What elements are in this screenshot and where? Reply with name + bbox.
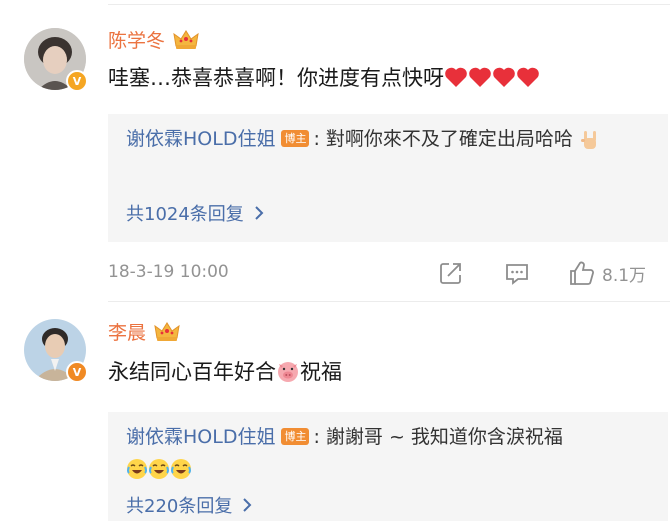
blogger-tag: 博主	[281, 428, 310, 445]
rock-hand-emoji	[579, 129, 601, 151]
laughing-crying-emoji	[170, 458, 192, 480]
avatar[interactable]: V	[24, 28, 88, 92]
verified-badge-icon: V	[66, 70, 88, 92]
comment-icon	[506, 264, 528, 285]
reply-text: : 對啊你來不及了確定出局哈哈	[313, 128, 573, 150]
heart-emoji	[444, 66, 468, 88]
blogger-tag: 博主	[281, 130, 310, 147]
reply-box[interactable]: 谢依霖HOLD住姐 博主: 對啊你來不及了確定出局哈哈 共1024条回复	[108, 114, 668, 242]
reply-author[interactable]: 谢依霖HOLD住姐	[126, 426, 275, 448]
reply-count-link[interactable]: 共220条回复	[126, 492, 252, 518]
like-button[interactable]: 8.1万	[568, 260, 646, 286]
like-count: 8.1万	[602, 265, 647, 286]
timestamp: 18-3-19 10:00	[108, 262, 229, 282]
heart-emoji	[468, 66, 492, 88]
share-icon	[440, 263, 461, 284]
reply-count-link[interactable]: 共1024条回复	[126, 200, 264, 226]
pig-emoji	[276, 359, 300, 383]
comment-body: 永结同心百年好合	[108, 360, 276, 384]
comment-button[interactable]	[504, 260, 530, 286]
comment-text: 哇塞…恭喜恭喜啊！你进度有点快呀	[108, 62, 540, 92]
crown-icon	[173, 28, 199, 50]
reply-author[interactable]: 谢依霖HOLD住姐	[126, 128, 275, 150]
share-button[interactable]	[438, 260, 464, 286]
comment-body-tail: 祝福	[300, 360, 342, 384]
comment-meta: 18-3-19 10:00 8.1万	[108, 260, 670, 288]
heart-emoji	[492, 66, 516, 88]
comment-divider	[108, 301, 670, 302]
reply-count-label: 共220条回复	[126, 496, 233, 517]
chevron-right-icon	[242, 497, 252, 513]
heart-emoji	[516, 66, 540, 88]
comment-body: 哇塞…恭喜恭喜啊！你进度有点快呀	[108, 66, 444, 90]
reply-box[interactable]: 谢依霖HOLD住姐 博主: 謝謝哥 ~ 我知道你含淚祝福 共220条回复	[108, 412, 668, 521]
chevron-right-icon	[254, 205, 264, 221]
reply-line: 谢依霖HOLD住姐 博主: 謝謝哥 ~ 我知道你含淚祝福	[126, 422, 646, 484]
reply-count-label: 共1024条回复	[126, 204, 244, 225]
laughing-crying-emoji	[148, 458, 170, 480]
verified-badge-icon: V	[66, 361, 88, 383]
username[interactable]: 李晨	[108, 318, 146, 345]
reply-line: 谢依霖HOLD住姐 博主: 對啊你來不及了確定出局哈哈	[126, 124, 646, 155]
reply-text: : 謝謝哥 ~ 我知道你含淚祝福	[313, 426, 563, 448]
crown-icon	[154, 320, 180, 342]
comment-text: 永结同心百年好合 祝福	[108, 356, 342, 386]
avatar[interactable]: V	[24, 319, 88, 383]
top-divider	[108, 4, 670, 5]
laughing-crying-emoji	[126, 458, 148, 480]
like-icon	[570, 261, 594, 285]
username[interactable]: 陈学冬	[108, 26, 165, 53]
